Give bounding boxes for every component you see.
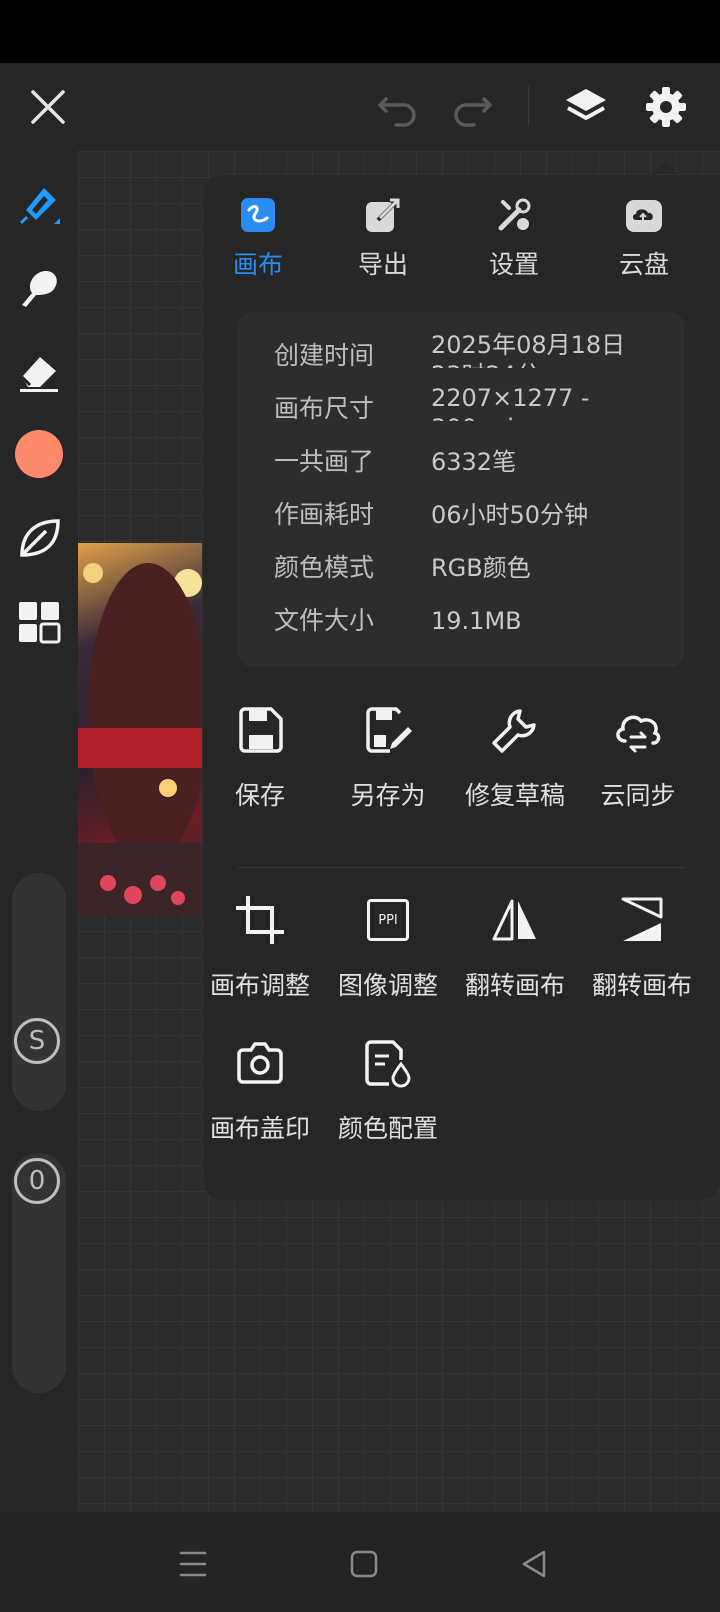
opacity-badge: 0 <box>14 1158 60 1204</box>
save-as-button[interactable]: 另存为 <box>324 700 452 812</box>
action-label: 另存为 <box>350 781 426 810</box>
flip-horizontal-button[interactable]: 翻转画布 <box>451 890 579 1002</box>
repair-draft-button[interactable]: 修复草稿 <box>451 700 579 812</box>
brush-size-slider[interactable] <box>12 873 66 1111</box>
back-icon[interactable] <box>512 1542 556 1586</box>
info-key: 文件大小 <box>274 606 375 635</box>
info-value: 06小时50分钟 <box>431 501 589 529</box>
left-toolbar: S 0 <box>0 151 78 1512</box>
canvas-stamp-button[interactable]: 画布盖印 <box>196 1033 324 1145</box>
home-icon[interactable] <box>342 1542 386 1586</box>
ppi-icon: PPI <box>358 890 418 950</box>
crop-icon <box>230 890 290 950</box>
action-label: 画布调整 <box>209 971 310 1000</box>
action-separator <box>238 867 684 868</box>
flip-horizontal-icon <box>485 890 545 950</box>
action-label: 保存 <box>234 781 285 810</box>
tab-export[interactable]: 导出 <box>328 195 438 290</box>
save-icon <box>230 700 290 760</box>
info-row-duration: 作画耗时 06小时50分钟 <box>238 493 684 537</box>
tab-label: 云盘 <box>618 250 669 279</box>
menu-icon[interactable] <box>171 1542 215 1586</box>
canvas-adjust-button[interactable]: 画布调整 <box>196 890 324 1002</box>
action-label: 图像调整 <box>337 971 438 1000</box>
layers-icon[interactable] <box>560 81 612 133</box>
action-label: 颜色配置 <box>337 1114 438 1143</box>
redo-icon[interactable] <box>446 81 498 133</box>
info-row-size: 画布尺寸 2207×1277 - 300ppi <box>238 384 684 431</box>
info-value: 2207×1277 - 300ppi <box>431 384 590 421</box>
gear-icon[interactable] <box>640 81 692 133</box>
flip-vertical-button[interactable]: 翻转画布 <box>578 890 706 1002</box>
color-swatch[interactable] <box>12 427 66 481</box>
top-bar <box>0 63 720 151</box>
flip-vertical-icon <box>612 890 672 950</box>
tab-label: 画布 <box>232 250 283 279</box>
undo-icon[interactable] <box>372 81 424 133</box>
pen-icon[interactable] <box>12 178 66 232</box>
info-key: 作画耗时 <box>274 500 375 529</box>
info-value: 6332笔 <box>431 448 517 476</box>
color-profile-button[interactable]: 颜色配置 <box>324 1033 452 1145</box>
image-adjust-button[interactable]: PPI 图像调整 <box>324 890 452 1002</box>
info-key: 画布尺寸 <box>274 394 375 423</box>
tab-settings[interactable]: 设置 <box>459 195 569 290</box>
leaf-icon[interactable] <box>12 511 66 565</box>
smudge-icon[interactable] <box>12 261 66 315</box>
color-profile-icon <box>358 1033 418 1093</box>
cloud-icon <box>624 195 664 235</box>
tab-label: 导出 <box>357 250 408 279</box>
info-row-strokes: 一共画了 6332笔 <box>238 440 684 484</box>
info-value: 2025年08月18日 23时24分 <box>431 331 626 368</box>
info-key: 一共画了 <box>274 447 375 476</box>
cloud-sync-icon <box>608 700 668 760</box>
artwork-preview[interactable] <box>78 543 203 916</box>
save-button[interactable]: 保存 <box>196 700 324 812</box>
close-icon[interactable] <box>22 81 74 133</box>
tab-label: 设置 <box>488 250 539 279</box>
panel-tabs: 画布 导出 设置 云盘 <box>203 195 720 290</box>
action-label: 翻转画布 <box>591 971 692 1000</box>
camera-icon <box>230 1033 290 1093</box>
info-key: 颜色模式 <box>274 553 375 582</box>
canvas-settings-panel: 画布 导出 设置 云盘 创建时间 2025年08月18日 23时24分 画布 <box>203 175 720 1200</box>
tab-canvas[interactable]: 画布 <box>203 195 313 290</box>
save-as-icon <box>358 700 418 760</box>
info-value: 19.1MB <box>431 607 522 635</box>
info-row-color-mode: 颜色模式 RGB颜色 <box>238 546 684 590</box>
export-icon <box>363 195 403 235</box>
topbar-divider <box>528 86 529 126</box>
canvas-icon <box>238 195 278 235</box>
brush-size-badge: S <box>14 1018 60 1064</box>
grid-icon[interactable] <box>12 595 66 649</box>
system-nav-bar <box>0 1512 720 1612</box>
canvas-info-box: 创建时间 2025年08月18日 23时24分 画布尺寸 2207×1277 -… <box>238 312 684 667</box>
tools-icon <box>494 195 534 235</box>
action-label: 画布盖印 <box>209 1114 310 1143</box>
tab-cloud[interactable]: 云盘 <box>589 195 699 290</box>
wrench-icon <box>485 700 545 760</box>
action-label: 翻转画布 <box>464 971 565 1000</box>
panel-notch <box>652 160 680 176</box>
info-key: 创建时间 <box>274 341 375 370</box>
cloud-sync-button[interactable]: 云同步 <box>574 700 702 812</box>
info-row-file-size: 文件大小 19.1MB <box>238 599 684 643</box>
status-bar <box>0 0 720 63</box>
eraser-icon[interactable] <box>12 345 66 399</box>
info-row-created: 创建时间 2025年08月18日 23时24分 <box>238 331 684 378</box>
info-value: RGB颜色 <box>431 554 531 582</box>
ppi-icon-text: PPI <box>367 899 409 941</box>
action-label: 云同步 <box>600 781 676 810</box>
action-label: 修复草稿 <box>464 781 565 810</box>
